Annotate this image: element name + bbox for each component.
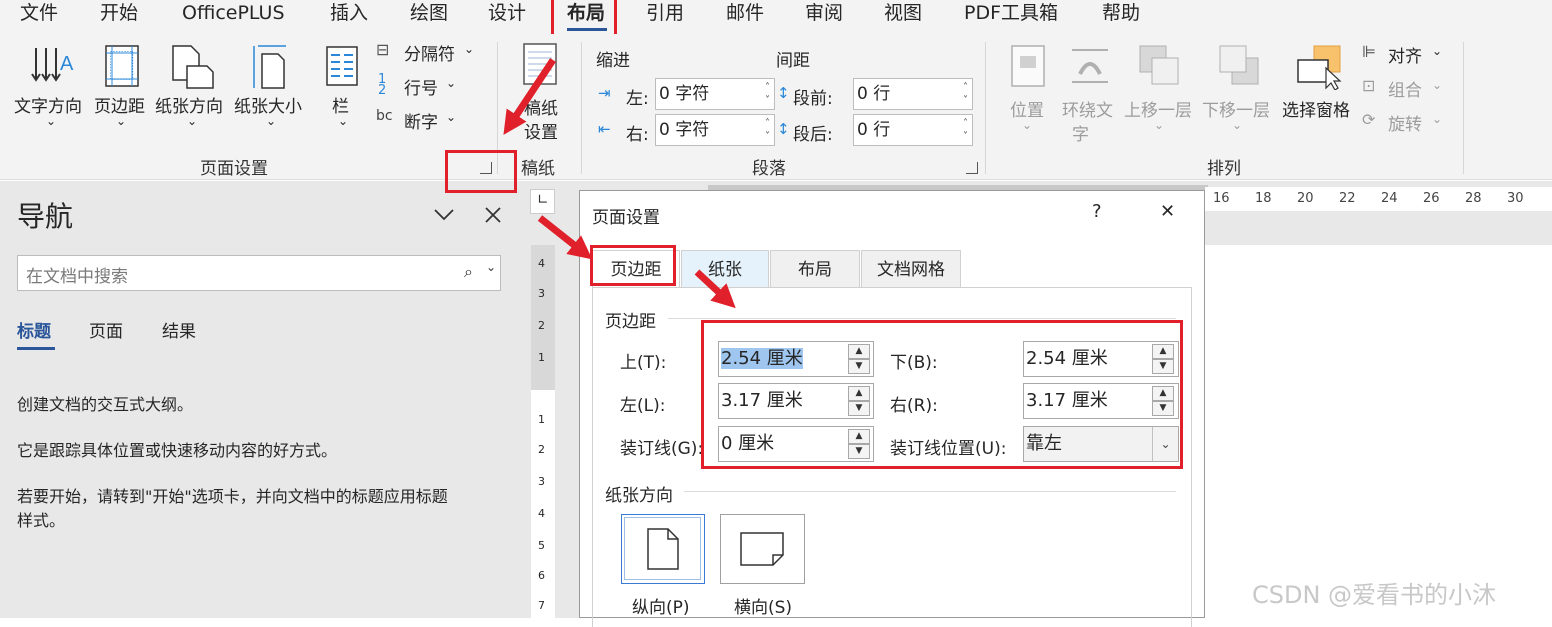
red-arrow <box>694 269 736 309</box>
red-arrow <box>503 58 556 135</box>
watermark: CSDN @爱看书的小沐 <box>1252 581 1497 609</box>
annotation-arrows <box>503 58 736 309</box>
red-arrow <box>537 215 593 260</box>
